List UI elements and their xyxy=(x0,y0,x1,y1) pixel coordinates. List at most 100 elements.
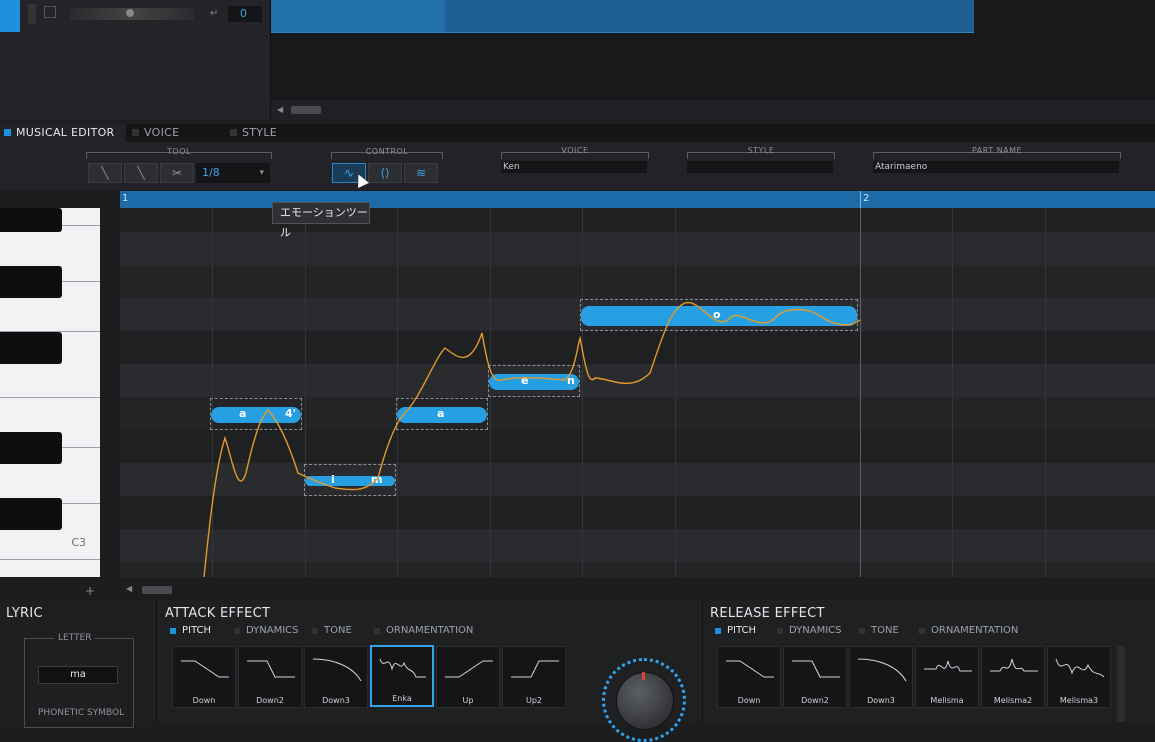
add-icon[interactable]: + xyxy=(80,584,100,598)
tab-label: DYNAMICS xyxy=(789,625,842,636)
tab-label: VOICE xyxy=(144,126,180,139)
line-icon: ╲ xyxy=(137,166,145,180)
attack-effect-up[interactable]: Up xyxy=(436,646,500,708)
melisma2-curve-icon xyxy=(990,658,1038,672)
top-horizontal-scrollbar[interactable]: ◀ xyxy=(271,100,1155,120)
down-curve-icon xyxy=(726,660,774,678)
effects-scrollbar[interactable] xyxy=(1117,646,1125,722)
black-key[interactable] xyxy=(0,498,62,530)
tab-indicator xyxy=(715,628,721,634)
release-tab-tone[interactable]: TONE xyxy=(857,624,899,638)
transpose-value[interactable]: 0 xyxy=(228,6,262,22)
attack-effect-down[interactable]: Down xyxy=(172,646,236,708)
vibrato-tool-button[interactable]: ⟨⟩ xyxy=(368,163,402,183)
effect-depth-knob[interactable] xyxy=(616,672,674,730)
attack-title: ATTACK EFFECT xyxy=(165,606,271,621)
effect-label: Down2 xyxy=(801,696,829,705)
voice-label: VOICE xyxy=(561,146,589,155)
release-effect-down2[interactable]: Down2 xyxy=(783,646,847,708)
line-tool-button[interactable]: ╲ xyxy=(124,163,158,183)
pan-knob[interactable] xyxy=(126,9,134,17)
c3-label: C3 xyxy=(71,536,86,549)
part-name-field[interactable]: Atarimaeno xyxy=(873,161,1119,173)
attack-effect-down2[interactable]: Down2 xyxy=(238,646,302,708)
effect-label: Up2 xyxy=(525,696,543,705)
pencil-icon: ╲ xyxy=(101,166,109,180)
release-effect-down[interactable]: Down xyxy=(717,646,781,708)
dynamics-icon: ≋ xyxy=(415,166,427,180)
tab-label: ORNAMENTATION xyxy=(931,625,1019,636)
bar-2-label: 2 xyxy=(863,193,870,204)
voice-field[interactable]: Ken xyxy=(501,161,647,173)
tab-indicator xyxy=(230,129,237,136)
attack-effect-panel: ATTACK EFFECT PITCH DYNAMICS TONE ORNAME… xyxy=(158,600,700,742)
letter-input[interactable]: ma xyxy=(38,666,118,684)
attack-effect-enka-selected[interactable]: Enka xyxy=(370,645,434,707)
black-key[interactable] xyxy=(0,432,62,464)
scroll-left-icon[interactable]: ◀ xyxy=(277,105,283,114)
attack-effect-up2[interactable]: Up2 xyxy=(502,646,566,708)
scissors-tool-button[interactable]: ✂ xyxy=(160,163,194,183)
scroll-thumb[interactable] xyxy=(142,586,172,594)
letter-label: LETTER xyxy=(54,633,96,643)
effect-label: Enka xyxy=(392,694,412,703)
release-effect-melisma3[interactable]: Melisma3 xyxy=(1047,646,1111,708)
dynamics-tool-button[interactable]: ≋ xyxy=(404,163,438,183)
effect-label: Melisma xyxy=(930,696,964,705)
tab-style[interactable]: STYLE xyxy=(226,124,322,142)
scroll-left-icon[interactable]: ◀ xyxy=(126,584,132,593)
style-field[interactable] xyxy=(687,161,833,173)
down3-curve-icon xyxy=(312,658,362,682)
black-key[interactable] xyxy=(0,332,62,364)
keyboard-gutter xyxy=(100,191,120,577)
bar-line xyxy=(860,191,861,208)
white-key[interactable] xyxy=(0,560,100,577)
release-effect-melisma[interactable]: Melisma xyxy=(915,646,979,708)
black-key[interactable] xyxy=(0,266,62,298)
track-select-strip[interactable] xyxy=(0,0,20,32)
part-name-label: PART NAME xyxy=(971,146,1023,155)
release-tab-ornamentation[interactable]: ORNAMENTATION xyxy=(917,624,1018,638)
roll-horizontal-scrollbar[interactable]: ◀ xyxy=(120,582,1155,598)
enka-curve-icon xyxy=(379,658,426,678)
release-tab-pitch[interactable]: PITCH xyxy=(713,624,756,638)
tab-voice[interactable]: VOICE xyxy=(128,124,224,142)
release-tab-dynamics[interactable]: DYNAMICS xyxy=(775,624,842,638)
up-curve-icon xyxy=(445,660,493,678)
effect-label: Melisma2 xyxy=(993,696,1033,705)
down2-curve-icon xyxy=(792,660,840,678)
tab-label: TONE xyxy=(871,625,899,636)
release-title: RELEASE EFFECT xyxy=(710,606,825,621)
tab-indicator xyxy=(312,628,318,634)
collapse-button[interactable] xyxy=(44,6,56,18)
black-key[interactable] xyxy=(0,208,62,232)
tooltip: エモーションツール xyxy=(272,202,370,239)
tab-indicator xyxy=(170,628,176,634)
part-clip-selected[interactable] xyxy=(271,0,445,32)
pitch-curve[interactable] xyxy=(120,208,1155,577)
pencil-tool-button[interactable]: ╲ xyxy=(88,163,122,183)
tab-label: TONE xyxy=(324,625,352,636)
tab-musical-editor[interactable]: MUSICAL EDITOR xyxy=(0,124,126,142)
attack-tab-pitch[interactable]: PITCH xyxy=(168,624,211,638)
quantize-select[interactable]: 1/8 ▾ xyxy=(196,163,270,183)
effect-label: Down3 xyxy=(322,696,350,705)
tab-indicator xyxy=(132,129,139,136)
effect-label: Down3 xyxy=(867,696,895,705)
piano-keyboard[interactable]: C3 xyxy=(0,208,100,577)
attack-tab-dynamics[interactable]: DYNAMICS xyxy=(232,624,299,638)
attack-effect-down3[interactable]: Down3 xyxy=(304,646,368,708)
attack-tab-tone[interactable]: TONE xyxy=(310,624,352,638)
attack-tab-ornamentation[interactable]: ORNAMENTATION xyxy=(372,624,473,638)
tab-indicator xyxy=(777,628,783,634)
piano-roll-grid[interactable]: a 4' i m a e n o xyxy=(120,208,1155,577)
tab-indicator xyxy=(374,628,380,634)
scroll-thumb[interactable] xyxy=(291,106,321,114)
release-effect-down3[interactable]: Down3 xyxy=(849,646,913,708)
effect-label: Down2 xyxy=(256,696,284,705)
effect-label: Up xyxy=(462,696,474,705)
pitch-curve-path xyxy=(203,301,861,577)
release-effect-melisma2[interactable]: Melisma2 xyxy=(981,646,1045,708)
quantize-value: 1/8 xyxy=(202,166,220,179)
tab-label: STYLE xyxy=(242,126,277,139)
